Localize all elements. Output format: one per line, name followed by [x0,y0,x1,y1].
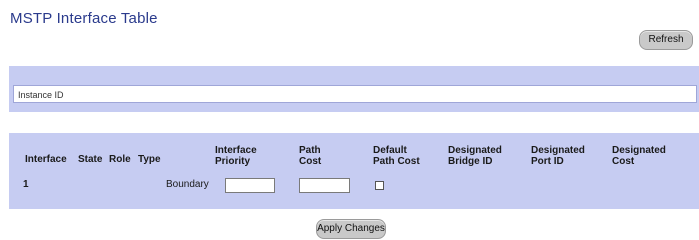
refresh-button[interactable]: Refresh [639,30,693,50]
header-interface-priority-1: Interface [215,145,257,156]
instance-panel: Instance ID [9,66,699,112]
instance-id-field[interactable]: Instance ID [13,85,697,103]
row-interface: 1 [23,179,29,190]
header-interface-priority-2: Priority [215,156,251,167]
header-designated-cost-2: Cost [612,156,635,167]
header-role: Role [109,154,131,165]
header-designated-port-id-2: Port ID [531,156,564,167]
interface-table: Interface State Role Type Interface Prio… [9,133,699,209]
row-type: Boundary [166,179,209,190]
header-interface: Interface [25,154,67,165]
header-designated-bridge-id-1: Designated [448,145,502,156]
default-path-cost-checkbox[interactable] [375,181,384,190]
header-default-path-cost-2: Path Cost [373,156,420,167]
header-state: State [78,154,103,165]
interface-priority-input[interactable] [225,178,275,193]
path-cost-input[interactable] [299,178,350,193]
instance-id-label: Instance ID [18,90,64,100]
header-default-path-cost-1: Default [373,145,407,156]
header-designated-cost-1: Designated [612,145,666,156]
header-path-cost-2: Cost [299,156,322,167]
header-designated-bridge-id-2: Bridge ID [448,156,493,167]
header-designated-port-id-1: Designated [531,145,585,156]
page-title: MSTP Interface Table [10,10,158,27]
header-type: Type [138,154,161,165]
apply-changes-button[interactable]: Apply Changes [316,219,386,239]
header-path-cost-1: Path [299,145,321,156]
